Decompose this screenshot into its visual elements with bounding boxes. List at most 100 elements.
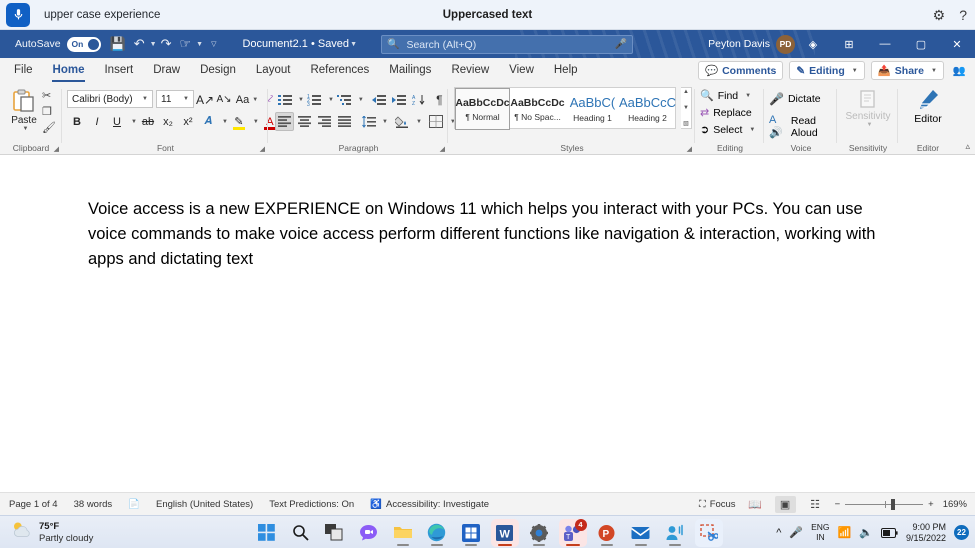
share-people-icon[interactable]: 👥 [950,61,969,80]
find-button[interactable]: 🔍 Find ▼ [700,89,751,103]
close-button[interactable]: ✕ [939,30,975,58]
save-icon[interactable]: 💾 [110,36,126,52]
subscript-button[interactable]: x₂ [159,112,177,131]
restore-button[interactable]: ▢ [903,30,939,58]
zoom-level[interactable]: 169% [943,499,967,510]
accessibility-status[interactable]: ♿ Accessibility: Investigate [370,499,489,510]
grow-font-button[interactable]: A↗ [196,90,214,109]
file-explorer-button[interactable] [389,519,417,547]
microphone-icon[interactable]: 🎤 [789,526,803,539]
diamond-icon[interactable]: ◈ [795,30,831,58]
underline-button[interactable]: U [108,112,126,131]
dictate-button[interactable]: 🎤 Dictate [769,92,821,106]
numbering-caret-icon[interactable]: ▼ [328,97,334,103]
wifi-icon[interactable]: 📶 [838,526,852,539]
align-right-icon[interactable] [315,112,334,131]
editing-button[interactable]: ✎ Editing ▼ [789,61,865,80]
align-left-icon[interactable] [275,112,294,131]
autosave-toggle-group[interactable]: AutoSave On [0,30,106,58]
print-layout-icon[interactable]: ▣ [774,495,796,513]
snipping-tool-button[interactable] [694,518,723,547]
clock[interactable]: 9:00 PM 9/15/2022 [906,522,946,544]
select-button[interactable]: ➲ Select ▼ [700,123,755,137]
chevron-down-icon[interactable]: ▼ [23,126,29,132]
chat-button[interactable] [355,519,383,547]
italic-button[interactable]: I [88,112,106,131]
search-button[interactable] [287,519,315,547]
replace-button[interactable]: ⇄ Replace [700,106,752,120]
voice-access-button[interactable] [661,519,689,547]
tab-insert[interactable]: Insert [94,58,143,83]
touch-mode-icon[interactable]: ☞ [179,36,191,52]
text-highlight-icon[interactable]: ✎ [230,112,248,131]
zoom-thumb[interactable] [891,498,896,510]
read-aloud-button[interactable]: A🔊 Read Aloud [769,114,837,139]
help-icon[interactable]: ? [959,8,967,22]
zoom-slider[interactable]: − + [835,498,934,510]
sensitivity-button[interactable]: Sensitivity ▼ [838,87,898,128]
chevron-down-icon[interactable]: ▼ [683,105,689,111]
word-button[interactable]: W [490,518,519,547]
bullets-icon[interactable] [275,90,294,109]
multilevel-caret-icon[interactable]: ▼ [358,97,364,103]
highlight-caret-icon[interactable]: ▼ [253,119,259,125]
tab-help[interactable]: Help [544,58,588,83]
bullets-caret-icon[interactable]: ▼ [298,97,304,103]
line-spacing-caret-icon[interactable]: ▼ [382,119,388,125]
document-name-caret-icon[interactable]: ▼ [350,41,357,48]
proofing-errors-icon[interactable]: 📄 [128,499,140,510]
text-effects-caret-icon[interactable]: ▼ [222,119,228,125]
web-layout-icon[interactable]: ☷ [805,496,826,513]
format-painter-icon[interactable]: 🖌 [42,121,56,134]
scissors-icon[interactable]: ✂ [42,89,51,102]
tab-draw[interactable]: Draw [143,58,190,83]
copy-icon[interactable]: ❐ [42,105,52,118]
borders-icon[interactable] [427,112,446,131]
tab-view[interactable]: View [499,58,544,83]
mail-button[interactable] [627,519,655,547]
paste-button[interactable]: Paste ▼ [7,88,41,132]
sort-icon[interactable]: AZ [410,90,429,109]
zoom-out-button[interactable]: − [835,499,841,510]
document-canvas[interactable]: Voice access is a new EXPERIENCE on Wind… [0,155,975,492]
task-view-button[interactable] [321,519,349,547]
minimize-button[interactable]: — [867,30,903,58]
font-dialog-launcher[interactable]: ◢ [260,145,265,153]
shading-caret-icon[interactable]: ▼ [416,119,422,125]
font-family-combo[interactable]: Calibri (Body) ▼ [67,90,153,108]
style-no-spacing[interactable]: AaBbCcDc ¶ No Spac... [510,88,565,130]
tab-layout[interactable]: Layout [246,58,301,83]
tab-file[interactable]: File [4,58,43,83]
search-box[interactable]: 🔍 🎤 [381,35,633,54]
volume-icon[interactable]: 🔈 [859,526,873,539]
tab-home[interactable]: Home [43,58,95,83]
styles-scroll-controls[interactable]: ▲ ▼ ▧ [681,87,692,129]
edge-button[interactable] [423,519,451,547]
bold-button[interactable]: B [68,112,86,131]
language-indicator[interactable]: English (United States) [156,499,253,510]
increase-indent-icon[interactable] [390,90,409,109]
style-heading-2[interactable]: AaBbCcC Heading 2 [619,88,676,130]
settings-button[interactable] [525,519,553,547]
change-case-button[interactable]: Aa ▼ [234,90,260,109]
collapse-ribbon-icon[interactable]: ▵ [965,141,970,152]
shrink-font-button[interactable]: A↘ [215,90,233,109]
tab-references[interactable]: References [300,58,379,83]
customize-quick-access-icon[interactable]: ▽ [211,40,216,48]
word-count[interactable]: 38 words [74,499,113,510]
styles-dialog-launcher[interactable]: ◢ [687,145,692,153]
paragraph-dialog-launcher[interactable]: ◢ [440,145,445,153]
ribbon-display-options-icon[interactable]: ⊞ [831,30,867,58]
show-hidden-icons-chevron[interactable]: ^ [776,527,781,539]
font-size-combo[interactable]: 11 ▼ [156,90,194,108]
share-button[interactable]: 📤 Share ▼ [870,61,944,80]
shading-icon[interactable] [393,112,412,131]
style-normal[interactable]: AaBbCcDc ¶ Normal [455,88,510,130]
language-indicator[interactable]: ENG IN [811,522,829,542]
microsoft-store-button[interactable] [457,519,485,547]
search-microphone-icon[interactable]: 🎤 [615,39,627,50]
strikethrough-button[interactable]: ab [139,112,157,131]
document-body-text[interactable]: Voice access is a new EXPERIENCE on Wind… [88,197,888,272]
read-mode-icon[interactable]: 📖 [745,496,766,513]
notification-badge[interactable]: 22 [954,525,969,540]
